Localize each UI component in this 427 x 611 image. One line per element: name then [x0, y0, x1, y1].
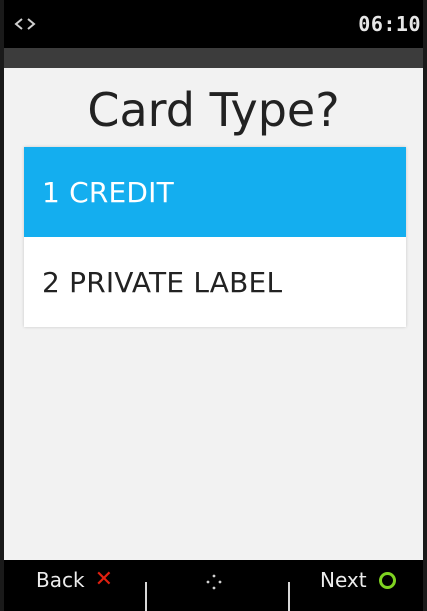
clock: 06:10: [358, 12, 421, 36]
page-title: Card Type?: [87, 83, 340, 137]
subheader-bar: [4, 48, 423, 68]
next-label: Next: [320, 568, 367, 592]
link-arrows-icon: [14, 18, 36, 30]
cancel-x-icon: ✕: [94, 567, 113, 592]
softkey-divider: [145, 582, 147, 611]
softkey-bar: Back ✕ Next: [4, 560, 423, 611]
confirm-o-icon: [378, 571, 396, 589]
option-private-label[interactable]: 2 PRIVATE LABEL: [24, 237, 406, 327]
next-button[interactable]: Next: [320, 568, 396, 592]
back-label: Back: [36, 568, 85, 592]
back-button[interactable]: Back ✕: [36, 568, 113, 592]
card-type-list: 1 CREDIT 2 PRIVATE LABEL: [24, 147, 406, 327]
softkey-divider: [288, 582, 290, 611]
option-credit[interactable]: 1 CREDIT: [24, 147, 406, 237]
navigation-dots-icon[interactable]: [204, 572, 224, 592]
status-bar: 06:10: [4, 0, 423, 48]
payment-terminal-screen: 06:10 Card Type? 1 CREDIT 2 PRIVATE LABE…: [0, 0, 427, 611]
